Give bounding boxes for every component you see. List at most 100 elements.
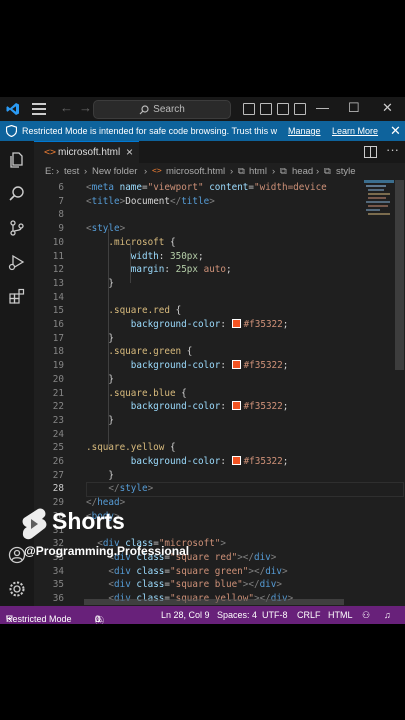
line-text: width: 350px; (130, 250, 204, 262)
line-number: 6 (58, 182, 64, 193)
source-control-icon[interactable] (8, 219, 26, 237)
code-line[interactable]: 19 background-color: #f35322; (34, 360, 405, 374)
channel-handle[interactable]: @Programming.Professional (24, 544, 189, 558)
code-line[interactable]: 9 <style> (34, 223, 405, 237)
title-bar: ←→ Search — ☐ ✕ (0, 97, 405, 121)
breadcrumb-test[interactable]: test (64, 166, 79, 177)
code-line[interactable]: 22 background-color: #f35322; (34, 401, 405, 415)
line-text: } (108, 373, 114, 385)
code-line[interactable]: 14 (34, 292, 405, 306)
breadcrumb-style[interactable]: style (336, 166, 356, 177)
hamburger-menu-icon[interactable] (32, 103, 46, 115)
code-line[interactable]: 16 background-color: #f35322; (34, 319, 405, 333)
code-line[interactable]: 6 <meta name="viewport" content="width=de… (34, 182, 405, 196)
shorts-label: Shorts (52, 508, 125, 534)
code-line[interactable]: 26 background-color: #f35322; (34, 456, 405, 470)
code-line[interactable]: 15 .square.red { (34, 305, 405, 319)
line-number: 8 (58, 209, 64, 221)
line-text: <meta name="viewport" content="width=dev… (86, 182, 327, 193)
line-number: 7 (58, 195, 64, 207)
maximize-icon[interactable]: ☐ (348, 100, 360, 116)
notifications-bell-icon[interactable]: ♫ (384, 610, 391, 620)
explorer-files-icon[interactable] (8, 151, 26, 169)
code-line[interactable]: 34 <div class="square green"></div> (34, 566, 405, 580)
line-number: 9 (58, 223, 64, 235)
breadcrumb: E: › test › New folder › <> microsoft.ht… (45, 166, 356, 177)
line-number: 28 (52, 483, 64, 495)
breadcrumb-folder[interactable]: New folder (92, 166, 137, 177)
code-line[interactable]: 7 <title>Document</title> (34, 196, 405, 210)
minimize-icon[interactable]: — (316, 100, 329, 115)
breadcrumb-html[interactable]: html (249, 166, 267, 177)
toggle-sidebar-icon[interactable] (243, 103, 255, 115)
encoding-status[interactable]: UTF-8 (262, 610, 288, 620)
toggle-panel-icon[interactable] (260, 103, 272, 115)
more-actions-icon[interactable]: ··· (386, 142, 399, 157)
horizontal-scrollbar[interactable] (84, 599, 344, 605)
search-icon (139, 104, 149, 114)
code-line[interactable]: 11 width: 350px; (34, 251, 405, 265)
html-file-icon: <> (44, 147, 57, 158)
learn-more-link[interactable]: Learn More (332, 126, 378, 136)
line-text: </style> (108, 483, 154, 495)
status-bar: ⛨ Restricted Mode ⓧ 0 ⚠ 0 Ln 28, Col 9 S… (0, 606, 405, 624)
breadcrumb-drive[interactable]: E: (45, 166, 54, 177)
breadcrumb-element-icon: ⧉ (324, 166, 331, 177)
code-line[interactable]: 28 </style> (34, 483, 405, 497)
search-sidebar-icon[interactable] (8, 185, 26, 203)
code-editor[interactable]: 6 <meta name="viewport" content="width=de… (34, 180, 405, 606)
line-number: 19 (52, 360, 64, 372)
code-line[interactable]: 35 <div class="square blue"></div> (34, 579, 405, 593)
minimap[interactable] (364, 180, 394, 240)
language-mode[interactable]: HTML (328, 610, 353, 620)
extensions-icon[interactable] (8, 287, 26, 305)
close-tab-icon[interactable]: × (126, 145, 133, 159)
code-line[interactable]: 13 } (34, 278, 405, 292)
split-editor-icon[interactable] (364, 146, 377, 158)
line-number: 18 (52, 346, 64, 358)
line-text: .square.red { (108, 305, 182, 317)
line-text: background-color: #f35322; (130, 360, 289, 372)
line-text: <div class="square blue"></div> (108, 579, 282, 591)
indentation-status[interactable]: Spaces: 4 (217, 610, 257, 620)
code-line[interactable]: 17 } (34, 333, 405, 347)
shield-icon (6, 125, 17, 137)
code-line[interactable]: 23 } (34, 415, 405, 429)
tab-microsoft-html[interactable]: <> microsoft.html × (34, 141, 139, 163)
command-center-search[interactable]: Search (93, 100, 231, 119)
code-line[interactable]: 21 .square.blue { (34, 388, 405, 402)
code-line[interactable]: 8 (34, 209, 405, 223)
line-text: } (108, 414, 114, 426)
close-window-icon[interactable]: ✕ (382, 100, 393, 116)
vertical-scrollbar[interactable] (395, 180, 404, 370)
settings-gear-icon[interactable] (8, 580, 26, 598)
code-line[interactable]: 20 } (34, 374, 405, 388)
line-text: } (108, 332, 114, 344)
close-banner-icon[interactable]: ✕ (390, 123, 401, 139)
line-number: 13 (52, 277, 64, 289)
line-number: 22 (52, 401, 64, 413)
back-arrow-icon[interactable]: ← (60, 100, 79, 115)
line-number: 29 (52, 497, 64, 509)
code-line[interactable]: 25 .square.yellow { (34, 442, 405, 456)
manage-link[interactable]: Manage (288, 126, 321, 136)
eol-status[interactable]: CRLF (297, 610, 321, 620)
breadcrumb-head[interactable]: head (292, 166, 313, 177)
toggle-secondary-sidebar-icon[interactable] (277, 103, 289, 115)
breadcrumb-file[interactable]: microsoft.html (166, 166, 225, 177)
feedback-icon[interactable]: ⚇ (362, 610, 370, 621)
cursor-position[interactable]: Ln 28, Col 9 (161, 610, 210, 620)
line-text: } (108, 469, 114, 481)
run-debug-icon[interactable] (8, 253, 26, 271)
code-line[interactable]: 18 .square.green { (34, 346, 405, 360)
code-line[interactable]: 12 margin: 25px auto; (34, 264, 405, 278)
customize-layout-icon[interactable] (294, 103, 306, 115)
code-line[interactable]: 27 } (34, 470, 405, 484)
editor-area: <> microsoft.html × ··· E: › test › New … (34, 141, 405, 606)
line-number: 34 (52, 565, 64, 577)
code-line[interactable]: 10 .microsoft { (34, 237, 405, 251)
restricted-mode-banner: Restricted Mode is intended for safe cod… (0, 121, 405, 141)
code-line[interactable]: 24 (34, 429, 405, 443)
line-text: margin: 25px auto; (130, 264, 232, 276)
line-text: background-color: #f35322; (130, 456, 289, 467)
